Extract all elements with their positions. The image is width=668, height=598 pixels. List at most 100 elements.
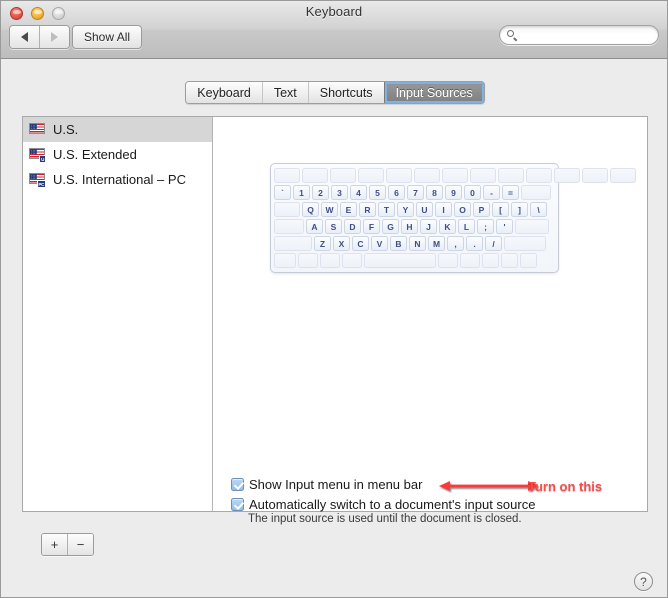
keyboard-key-blank [330,168,356,183]
flag-badge: U [39,155,46,163]
keyboard-key: C [352,236,369,251]
list-item-us-international-pc[interactable]: PC U.S. International – PC [23,167,212,192]
search-input[interactable] [522,27,656,43]
tab-input-sources[interactable]: Input Sources [383,82,484,103]
keyboard-layout-preview: ` 1 2 3 4 5 6 7 8 9 0- = Q W E R T Y U I O P[] \ A S D F G H J K L; ' Z X C… [270,163,636,273]
tab-keyboard[interactable]: Keyboard [186,82,262,103]
list-item-label: U.S. Extended [53,147,137,162]
keyboard-key: W [321,202,338,217]
keyboard-key: - [483,185,500,200]
keyboard-key: ` [274,185,291,200]
tab-bar-container: Keyboard Text Shortcuts Input Sources [1,81,667,104]
keyboard-row: Q W E R T Y U I O P[] \ [274,202,555,217]
list-item-us[interactable]: U.S. [23,117,212,142]
keyboard-key-blank [274,219,304,234]
keyboard-key: S [325,219,342,234]
keyboard-key: = [502,185,519,200]
keyboard-key: 6 [388,185,405,200]
annotation-arrow-icon [439,481,539,491]
keyboard-row: Z X C V B N M,. / [274,236,555,251]
keyboard-key-blank [358,168,384,183]
show-all-button[interactable]: Show All [72,25,143,49]
keyboard-key: ] [511,202,528,217]
keyboard-key: O [454,202,471,217]
annotation-text: Turn on this [528,479,603,494]
keyboard-key: R [359,202,376,217]
keyboard-key-blank [460,253,480,268]
keyboard-key: 0 [464,185,481,200]
keyboard-key: F [363,219,380,234]
back-arrow-icon [21,32,28,42]
keyboard-key-blank [504,236,546,251]
option-help-text: The input source is used until the docum… [248,513,522,525]
tab-text[interactable]: Text [261,82,308,103]
option-label: Show Input menu in menu bar [249,477,423,492]
keyboard-key: I [435,202,452,217]
checkbox-auto-switch[interactable] [231,498,244,511]
keyboard-key: 5 [369,185,386,200]
preferences-content: Keyboard Text Shortcuts Input Sources U.… [1,59,667,597]
keyboard-key: M [428,236,445,251]
keyboard-key-blank [482,253,499,268]
back-button[interactable] [10,26,39,48]
help-button[interactable]: ? [634,572,653,591]
keyboard-key: U [416,202,433,217]
keyboard-key: 7 [407,185,424,200]
keyboard-row: A S D F G H J K L; ' [274,219,555,234]
us-flag-icon [29,122,45,137]
keyboard-key: J [420,219,437,234]
us-flag-international-icon: PC [29,172,46,188]
keyboard-preview-area: ` 1 2 3 4 5 6 7 8 9 0- = Q W E R T Y U I O P[] \ A S D F G H J K L; ' Z X C… [213,117,647,511]
list-controls: + − [41,533,94,556]
list-item-label: U.S. International – PC [53,172,186,187]
tab-shortcuts[interactable]: Shortcuts [307,82,384,103]
keyboard-preferences-window: Keyboard Show All Keyboard Text Shortcut… [0,0,668,598]
keyboard-row [274,253,555,268]
search-icon [507,29,518,41]
input-sources-panel: U.S. U U.S. Extended PC U.S. Internation… [22,116,648,512]
keyboard-key: H [401,219,418,234]
keyboard-key: A [306,219,323,234]
input-source-list[interactable]: U.S. U U.S. Extended PC U.S. Internation… [23,117,213,511]
window-titlebar: Keyboard Show All [1,1,667,59]
keyboard-key-blank [414,168,440,183]
keyboard-key: D [344,219,361,234]
remove-input-source-button[interactable]: − [67,534,93,555]
keyboard-key-blank [302,168,328,183]
keyboard-key: X [333,236,350,251]
list-item-us-extended[interactable]: U U.S. Extended [23,142,212,167]
keyboard-key: 3 [331,185,348,200]
search-field[interactable] [499,25,659,45]
keyboard-key-blank [582,168,608,183]
checkbox-show-input-menu[interactable] [231,478,244,491]
navigation-buttons [9,25,70,49]
add-input-source-button[interactable]: + [42,534,67,555]
keyboard-key: Z [314,236,331,251]
keyboard-key: Y [397,202,414,217]
keyboard-key-blank [521,185,551,200]
option-auto-switch[interactable]: Automatically switch to a document's inp… [231,497,535,512]
keyboard-key-blank [274,202,300,217]
keyboard-key: 4 [350,185,367,200]
keyboard-key-blank [386,168,412,183]
keyboard-key: 9 [445,185,462,200]
keyboard-key: ; [477,219,494,234]
keyboard-key-blank [274,236,312,251]
keyboard-key-blank [470,168,496,183]
keyboard-key-blank [526,168,552,183]
keyboard-key-blank [342,253,362,268]
flag-badge: PC [36,180,46,188]
keyboard-key-blank [364,253,436,268]
keyboard-key-blank [442,168,468,183]
keyboard-key: E [340,202,357,217]
keyboard-key-blank [274,168,300,183]
keyboard-key: G [382,219,399,234]
keyboard-key-blank [610,168,636,183]
keyboard-key: N [409,236,426,251]
option-label: Automatically switch to a document's inp… [249,497,536,512]
keyboard-key: K [439,219,456,234]
list-item-label: U.S. [53,122,79,137]
keyboard-row [274,168,636,183]
keyboard-key-blank [498,168,524,183]
option-show-input-menu[interactable]: Show Input menu in menu bar [231,477,422,492]
